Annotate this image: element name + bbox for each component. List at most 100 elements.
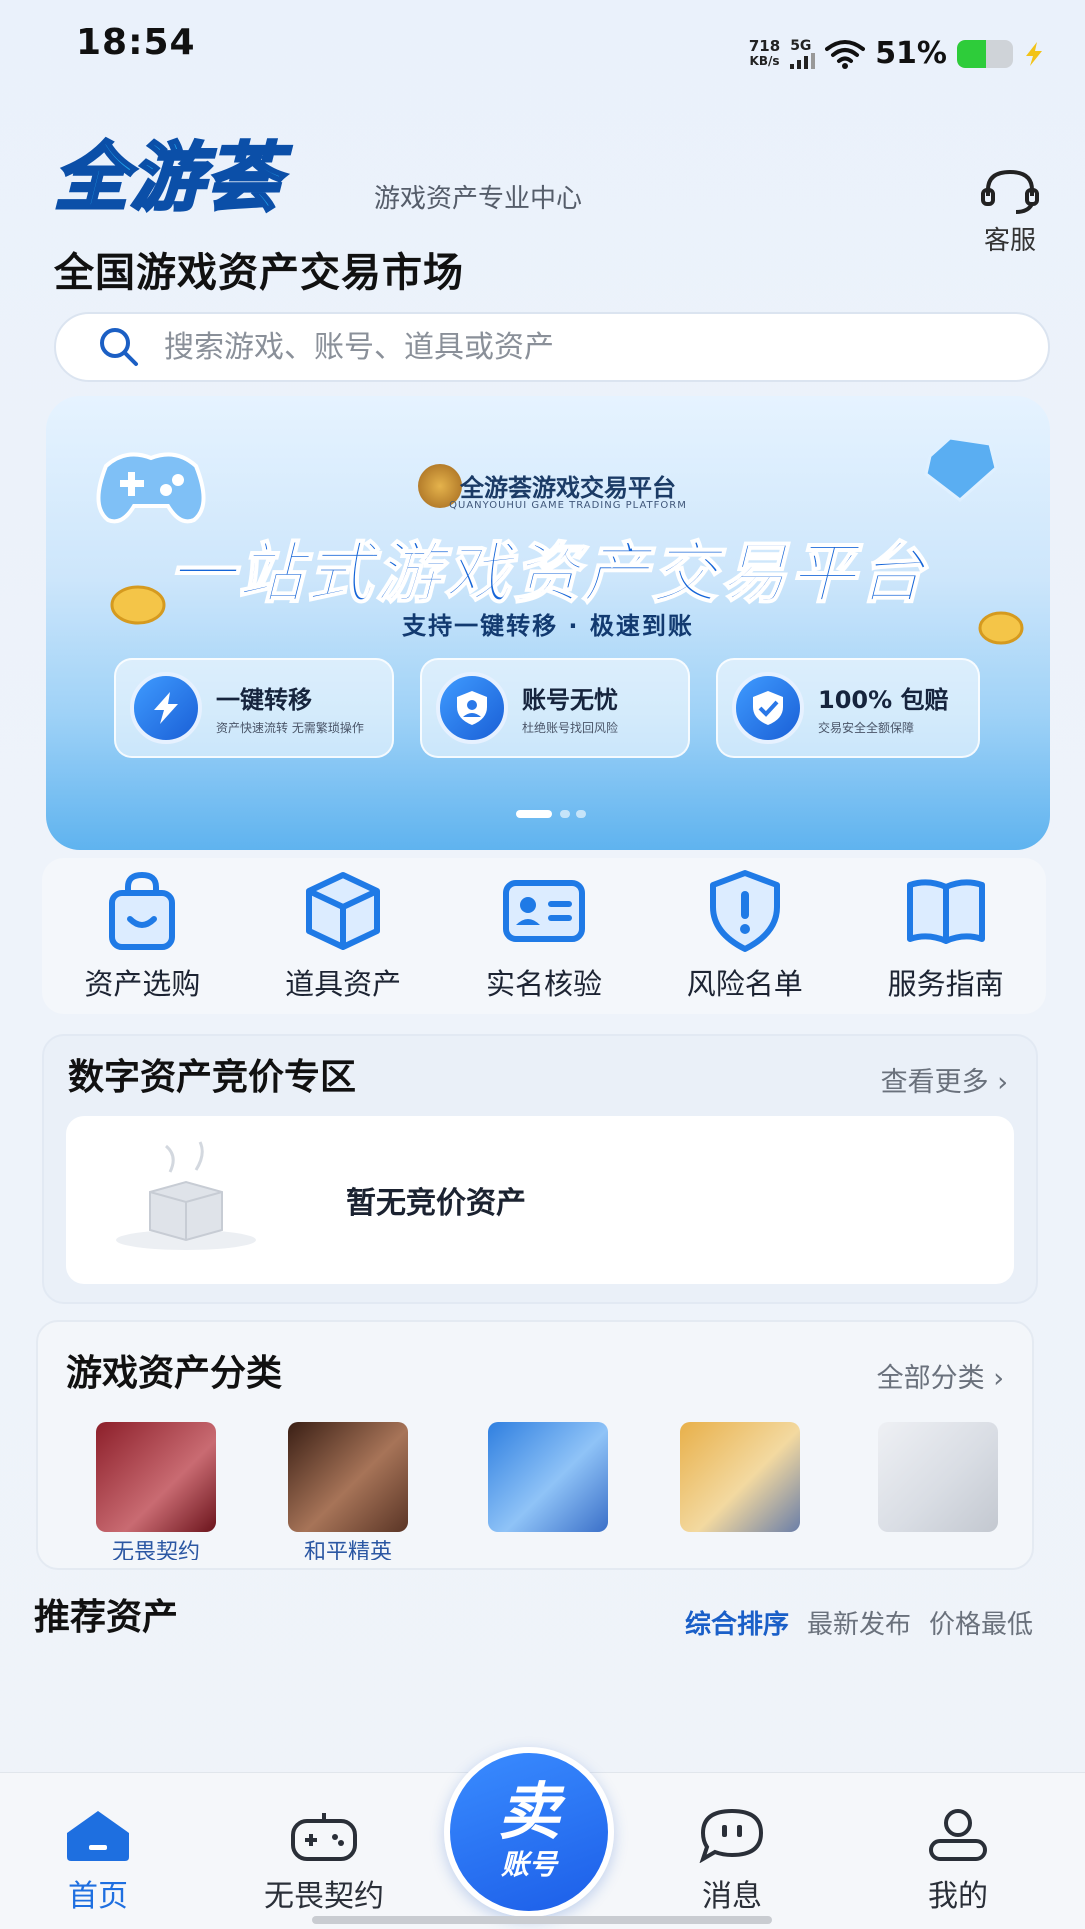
sort-tab-newest[interactable]: 最新发布 [807, 1604, 911, 1641]
battery-percent: 51% [875, 36, 947, 71]
logo-subtitle: 游戏资产专业中心 [374, 184, 583, 214]
status-time: 18:54 [76, 22, 196, 63]
quick-action-service-guide[interactable]: 服务指南 [856, 869, 1036, 1003]
banner-title: 一站式游戏资产交易平台 [168, 534, 928, 613]
feature-desc: 资产快速流转 无需繁琐操作 [216, 721, 364, 735]
search-bar[interactable] [54, 312, 1050, 382]
category-name [478, 1534, 618, 1560]
quick-action-asset-shopping[interactable]: 资产选购 [52, 869, 232, 1003]
category-name: 和平精英 [303, 1540, 392, 1560]
box-icon [306, 872, 381, 950]
banner-brand: 全游荟游戏交易平台 [460, 474, 676, 502]
nav-label: 首页 [68, 1879, 128, 1914]
quick-actions: 资产选购 道具资产 实名核验 风险名单 服务指南 [42, 858, 1046, 1014]
sell-button-line2: 账号 [500, 1848, 557, 1881]
quick-action-items[interactable]: 道具资产 [253, 869, 433, 1003]
network-speed: 718 KB/s [748, 36, 781, 69]
bidding-title: 数字资产竞价专区 [68, 1057, 357, 1098]
nav-label: 消息 [702, 1879, 762, 1914]
quick-action-label: 服务指南 [887, 967, 1004, 1001]
bidding-empty-state: 暂无竞价资产 [66, 1116, 1014, 1284]
category-name: 无畏契约 [111, 1540, 200, 1560]
banner-feature-account: 账号无忧 杜绝账号找回风险 [420, 658, 690, 758]
message-icon [699, 1808, 764, 1863]
battery-icon [957, 39, 1013, 68]
quick-action-verification[interactable]: 实名核验 [454, 869, 634, 1003]
category-title: 游戏资产分类 [66, 1353, 283, 1394]
category-thumbnail [96, 1422, 216, 1532]
category-name [868, 1534, 1008, 1560]
sell-account-button[interactable]: 卖 账号 [444, 1747, 614, 1917]
feature-title: 账号无忧 [522, 686, 618, 714]
nav-item-valorant[interactable]: 无畏契约 [244, 1807, 404, 1915]
wifi-icon [825, 39, 866, 69]
category-item[interactable] [478, 1422, 618, 1560]
feature-title: 一键转移 [216, 686, 312, 714]
category-item[interactable]: 和平精英 [278, 1422, 418, 1560]
gamepad-icon [291, 1813, 357, 1861]
bidding-section: 数字资产竞价专区 查看更多 › 暂无竞价资产 [42, 1034, 1038, 1304]
status-indicators: 718 KB/s 5G 51% [749, 36, 1045, 71]
network-speed-value: 718 [748, 36, 781, 55]
bidding-more-link[interactable]: 查看更多 › [881, 1060, 1008, 1099]
promo-banner[interactable]: 全游荟游戏交易平台 QUANYOUHUI GAME TRADING PLATFO… [46, 396, 1050, 850]
lightning-icon [130, 672, 202, 744]
quick-action-label: 道具资产 [285, 967, 402, 1001]
nav-label: 无畏契约 [264, 1879, 384, 1914]
nav-label: 我的 [928, 1879, 988, 1914]
quick-action-label: 实名核验 [485, 967, 602, 1001]
headset-icon [981, 169, 1039, 214]
id-card-icon [502, 880, 585, 942]
recommend-title: 推荐资产 [34, 1597, 179, 1638]
search-icon [100, 328, 138, 366]
category-item[interactable] [868, 1422, 1008, 1560]
user-icon [929, 1809, 987, 1861]
category-section: 游戏资产分类 全部分类 › 无畏契约 和平精英 [36, 1320, 1034, 1570]
banner-tagline: 支持一键转移 · 极速到账 [402, 612, 694, 640]
customer-service-button[interactable]: 客服 [974, 168, 1046, 257]
home-icon [67, 1811, 129, 1861]
search-input[interactable] [162, 328, 966, 366]
bottom-navigation: 首页 无畏契约 卖 账号 消息 我的 [0, 1747, 1085, 1929]
category-name [670, 1534, 810, 1560]
nav-item-home[interactable]: 首页 [18, 1807, 178, 1915]
sort-tab-comprehensive[interactable]: 综合排序 [685, 1604, 789, 1641]
chevron-right-icon: › [997, 1067, 1008, 1098]
feature-title: 100% 包赔 [818, 686, 949, 714]
feature-desc: 杜绝账号找回风险 [522, 721, 619, 735]
customer-service-label: 客服 [983, 226, 1036, 256]
category-thumbnail [680, 1422, 800, 1532]
category-item[interactable] [670, 1422, 810, 1560]
banner-indicator [576, 810, 586, 818]
category-item[interactable]: 无畏契约 [86, 1422, 226, 1560]
bidding-empty-text: 暂无竞价资产 [346, 1186, 526, 1221]
feature-desc: 交易安全全额保障 [818, 721, 915, 735]
network-speed-unit: KB/s [749, 53, 780, 68]
banner-feature-guarantee: 100% 包赔 交易安全全额保障 [716, 658, 980, 758]
shield-user-icon [436, 672, 508, 744]
category-more-label: 全部分类 [876, 1363, 985, 1394]
app-logo: 全游荟 [53, 134, 282, 223]
banner-brand-en: QUANYOUHUI GAME TRADING PLATFORM [449, 500, 687, 511]
shopping-bag-icon [109, 871, 176, 950]
banner-feature-transfer: 一键转移 资产快速流转 无需繁琐操作 [114, 658, 394, 758]
recommend-sort-tabs: 综合排序 最新发布 价格最低 [685, 1604, 1033, 1641]
quick-action-label: 风险名单 [686, 967, 803, 1001]
empty-box-icon [116, 1141, 256, 1250]
quick-action-label: 资产选购 [84, 967, 201, 1001]
warning-shield-icon [709, 870, 780, 952]
nav-item-profile[interactable]: 我的 [878, 1807, 1038, 1915]
category-more-link[interactable]: 全部分类 › [877, 1356, 1004, 1395]
quick-action-risk-list[interactable]: 风险名单 [655, 869, 835, 1003]
bidding-more-label: 查看更多 [880, 1067, 989, 1098]
page-title: 全国游戏资产交易市场 [54, 250, 464, 296]
banner-indicator [560, 810, 570, 818]
home-indicator [312, 1916, 772, 1924]
shield-check-icon [732, 672, 804, 744]
charging-icon [1026, 41, 1042, 66]
category-thumbnail [878, 1422, 998, 1532]
sort-tab-lowest-price[interactable]: 价格最低 [929, 1604, 1033, 1641]
category-thumbnail [488, 1422, 608, 1532]
category-thumbnail [288, 1422, 408, 1532]
nav-item-messages[interactable]: 消息 [652, 1807, 812, 1915]
